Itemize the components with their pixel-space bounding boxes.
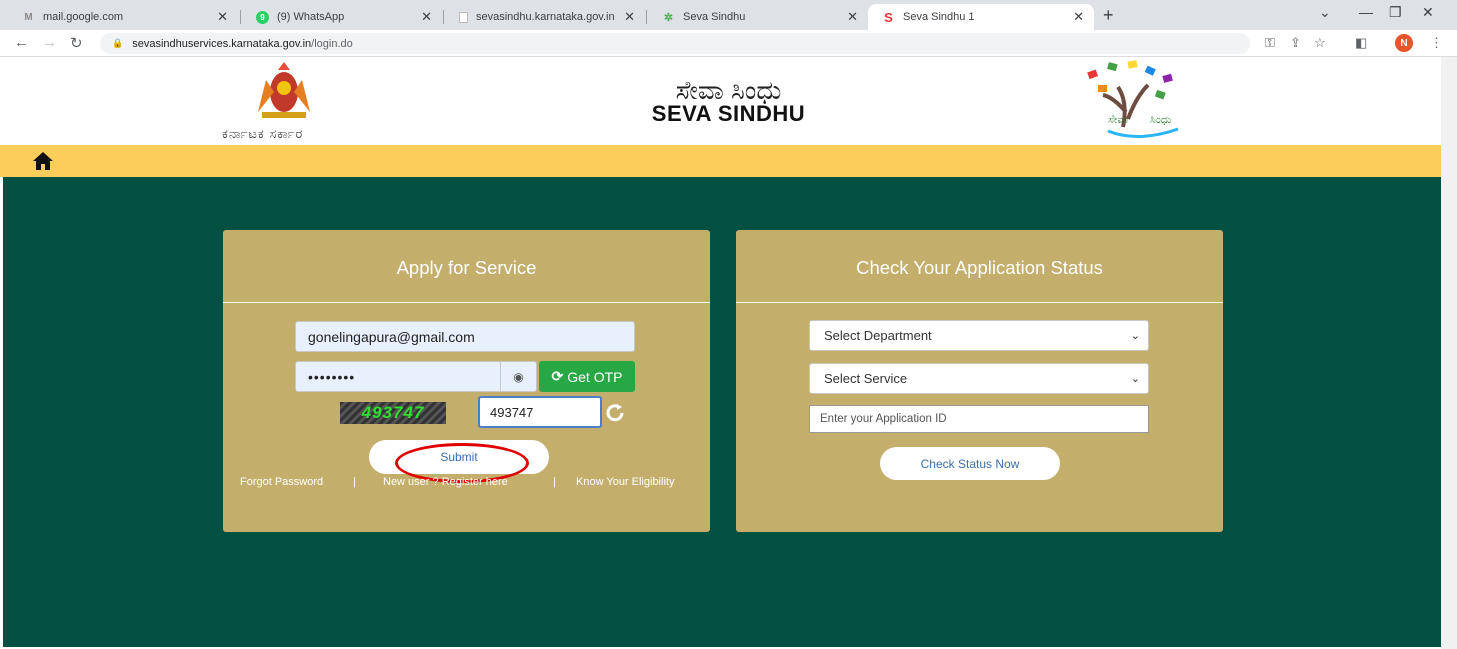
site-header: ಕರ್ನಾಟಕ ಸರ್ಕಾರ ಸೇವಾ ಸಿಂಧು SEVA SINDHU ಸೇ…: [0, 57, 1457, 145]
close-icon[interactable]: ✕: [217, 9, 228, 25]
menu-kebab-icon[interactable]: ⋮: [1430, 35, 1443, 51]
check-application-status-panel: Check Your Application Status Select Dep…: [736, 230, 1223, 532]
panel-title: Check Your Application Status: [856, 257, 1103, 278]
password-field[interactable]: ••••••••: [295, 361, 501, 392]
page-icon: [459, 11, 468, 23]
share-icon[interactable]: ⇪: [1290, 35, 1301, 51]
divider: [736, 302, 1223, 303]
apply-for-service-panel: Apply for Service gonelingapura@gmail.co…: [223, 230, 710, 532]
email-field[interactable]: gonelingapura@gmail.com: [295, 321, 635, 352]
captcha-refresh-icon[interactable]: [604, 402, 626, 424]
profile-avatar[interactable]: N: [1395, 34, 1413, 52]
svg-text:ಸಿಂಧು: ಸಿಂಧು: [1150, 113, 1172, 126]
tab-title: (9) WhatsApp: [277, 11, 345, 23]
divider: [223, 302, 710, 303]
forward-arrow-icon[interactable]: →: [42, 34, 57, 51]
seva-sindhu-icon: ✲: [663, 11, 674, 24]
tab-sevasindhu-gov[interactable]: sevasindhu.karnataka.gov.in ✕: [445, 4, 645, 30]
svg-text:ಸೇವಾ: ಸೇವಾ: [1108, 113, 1129, 126]
close-icon[interactable]: ✕: [1073, 9, 1084, 25]
refresh-icon: ⟳: [551, 368, 564, 384]
service-select[interactable]: Select Service ⌄: [809, 363, 1149, 394]
lock-icon: 🔒: [112, 38, 124, 48]
tab-title: Seva Sindhu 1: [903, 11, 975, 23]
panel-title: Apply for Service: [396, 257, 537, 278]
page-scrollbar[interactable]: [1441, 57, 1457, 649]
tab-whatsapp[interactable]: 9 (9) WhatsApp ✕: [242, 4, 442, 30]
site-title-english: SEVA SINDHU: [651, 101, 806, 126]
submit-button[interactable]: Submit: [369, 440, 549, 474]
department-select[interactable]: Select Department ⌄: [809, 320, 1149, 351]
whatsapp-icon: 9: [256, 10, 269, 24]
side-panel-icon[interactable]: ◧: [1355, 35, 1367, 51]
forgot-password-link[interactable]: Forgot Password: [240, 476, 323, 488]
tab-search-chevron-icon[interactable]: ⌄: [1319, 4, 1331, 21]
link-separator: |: [553, 476, 556, 488]
close-icon[interactable]: ✕: [624, 9, 635, 25]
department-select-value: Select Department: [824, 328, 932, 343]
close-icon[interactable]: ✕: [421, 9, 432, 25]
tab-seva-sindhu-1[interactable]: S Seva Sindhu 1 ✕: [868, 4, 1094, 30]
captcha-input[interactable]: 493747: [478, 396, 602, 428]
check-status-button[interactable]: Check Status Now: [880, 447, 1060, 480]
home-icon[interactable]: [32, 151, 54, 171]
tab-title: Seva Sindhu: [683, 11, 746, 23]
tab-seva-sindhu[interactable]: ✲ Seva Sindhu ✕: [648, 4, 868, 30]
seva-sindhu-red-icon: S: [884, 9, 893, 25]
reload-icon[interactable]: ↻: [70, 34, 83, 52]
close-window-icon[interactable]: ✕: [1422, 4, 1434, 21]
eligibility-link[interactable]: Know Your Eligibility: [576, 476, 674, 488]
application-id-input[interactable]: Enter your Application ID: [809, 405, 1149, 433]
service-select-value: Select Service: [824, 371, 908, 386]
get-otp-label: Get OTP: [567, 368, 623, 385]
register-link[interactable]: New user ? Register here: [383, 476, 508, 488]
gmail-icon: M: [24, 11, 33, 23]
url-bar[interactable]: 🔒 sevasindhuservices.karnataka.gov.in/lo…: [100, 33, 1250, 54]
key-icon[interactable]: ⚿: [1265, 35, 1275, 51]
tab-title: sevasindhu.karnataka.gov.in: [476, 11, 615, 23]
captcha-image: 493747: [340, 402, 446, 424]
back-arrow-icon[interactable]: ←: [14, 34, 29, 51]
top-navigation-bar: [0, 145, 1441, 177]
minimize-icon[interactable]: —: [1359, 4, 1373, 20]
new-tab-icon[interactable]: +: [1103, 5, 1114, 26]
tab-gmail[interactable]: M mail.google.com ✕: [8, 4, 238, 30]
url-host: sevasindhuservices.karnataka.gov.in: [132, 37, 312, 50]
bookmark-star-icon[interactable]: ☆: [1314, 35, 1326, 51]
close-icon[interactable]: ✕: [847, 9, 858, 25]
state-government-text: ಕರ್ನಾಟಕ ಸರ್ಕಾರ: [222, 126, 304, 141]
tab-title: mail.google.com: [43, 11, 124, 23]
link-separator: |: [353, 476, 356, 488]
get-otp-button[interactable]: ⟳ Get OTP: [539, 361, 635, 392]
seva-sindhu-tree-logo: ಸೇವಾ ಸಿಂಧು: [1087, 60, 1179, 139]
chevron-down-icon: ⌄: [1130, 373, 1140, 385]
main-content: Apply for Service gonelingapura@gmail.co…: [3, 177, 1441, 647]
url-path: /login.do: [311, 37, 353, 50]
browser-toolbar: ← → ↻ 🔒 sevasindhuservices.karnataka.gov…: [0, 30, 1457, 57]
browser-tab-bar: M mail.google.com ✕ 9 (9) WhatsApp ✕ sev…: [0, 0, 1457, 30]
restore-icon[interactable]: ❐: [1389, 4, 1402, 21]
eye-icon[interactable]: ◉: [501, 361, 537, 392]
chevron-down-icon: ⌄: [1130, 330, 1140, 342]
